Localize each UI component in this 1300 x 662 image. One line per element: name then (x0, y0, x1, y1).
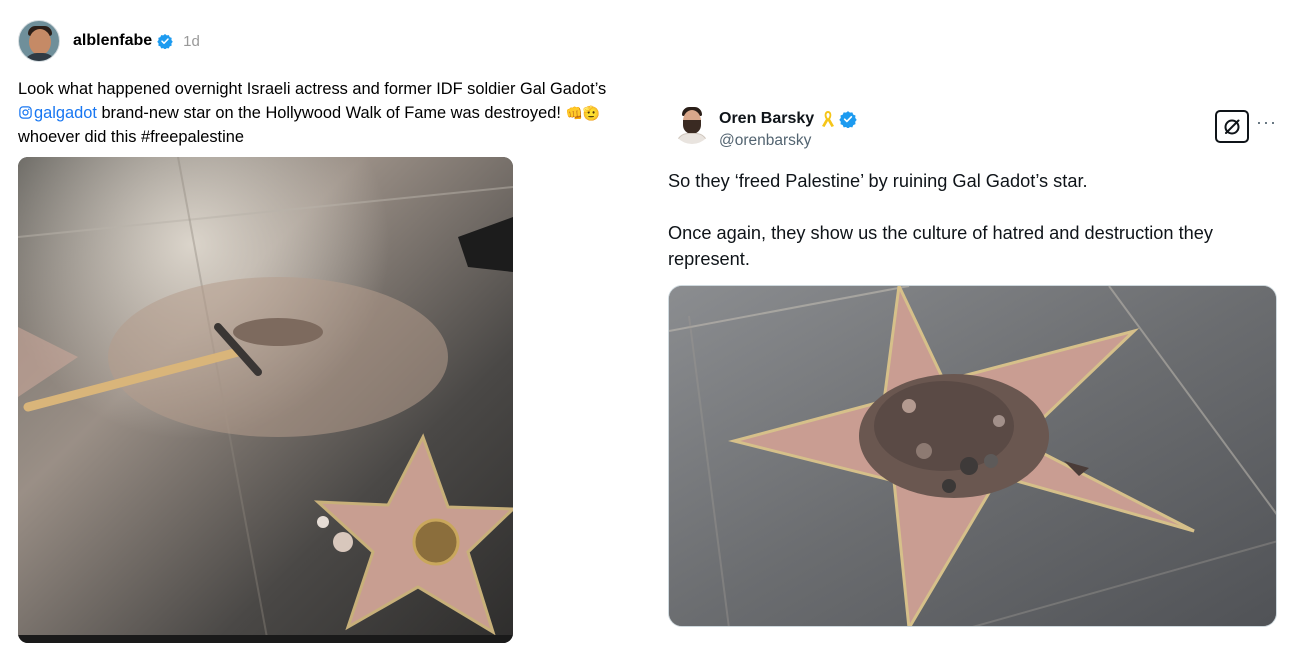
right-post: Oren Barsky @orenbarsky ··· So they ‘fre… (660, 0, 1300, 662)
post-image[interactable] (18, 157, 513, 643)
username[interactable]: alblenfabe (73, 32, 152, 50)
destroyed-star-photo (669, 286, 1276, 626)
grok-icon (1224, 119, 1240, 134)
verified-badge-icon (839, 111, 857, 128)
post-image[interactable] (668, 285, 1277, 627)
yellow-ribbon-icon (822, 111, 835, 127)
left-post: alblenfabe 1d Look what happened overnig… (0, 0, 660, 662)
avatar[interactable] (672, 104, 712, 144)
avatar[interactable] (18, 20, 60, 62)
display-name[interactable]: Oren Barsky (719, 110, 857, 128)
handle[interactable]: @orenbarsky (719, 132, 811, 150)
walk-of-fame-pickaxe-photo (18, 157, 513, 643)
instagram-icon (19, 106, 32, 119)
emoji: 👊🫡 (565, 105, 601, 121)
post-text: Look what happened overnight Israeli act… (18, 80, 607, 146)
post-text: So they ‘freed Palestine’ by ruining Gal… (668, 168, 1268, 272)
grok-button[interactable] (1215, 110, 1249, 143)
more-options-icon[interactable]: ··· (1256, 113, 1277, 131)
post-time: 1d (183, 32, 200, 50)
mention-link[interactable]: galgadot (18, 104, 97, 122)
verified-badge-icon (157, 34, 173, 49)
post-paragraph: So they ‘freed Palestine’ by ruining Gal… (668, 171, 1088, 191)
post-paragraph: Once again, they show us the culture of … (668, 223, 1213, 269)
post-header: alblenfabe 1d (18, 19, 200, 63)
